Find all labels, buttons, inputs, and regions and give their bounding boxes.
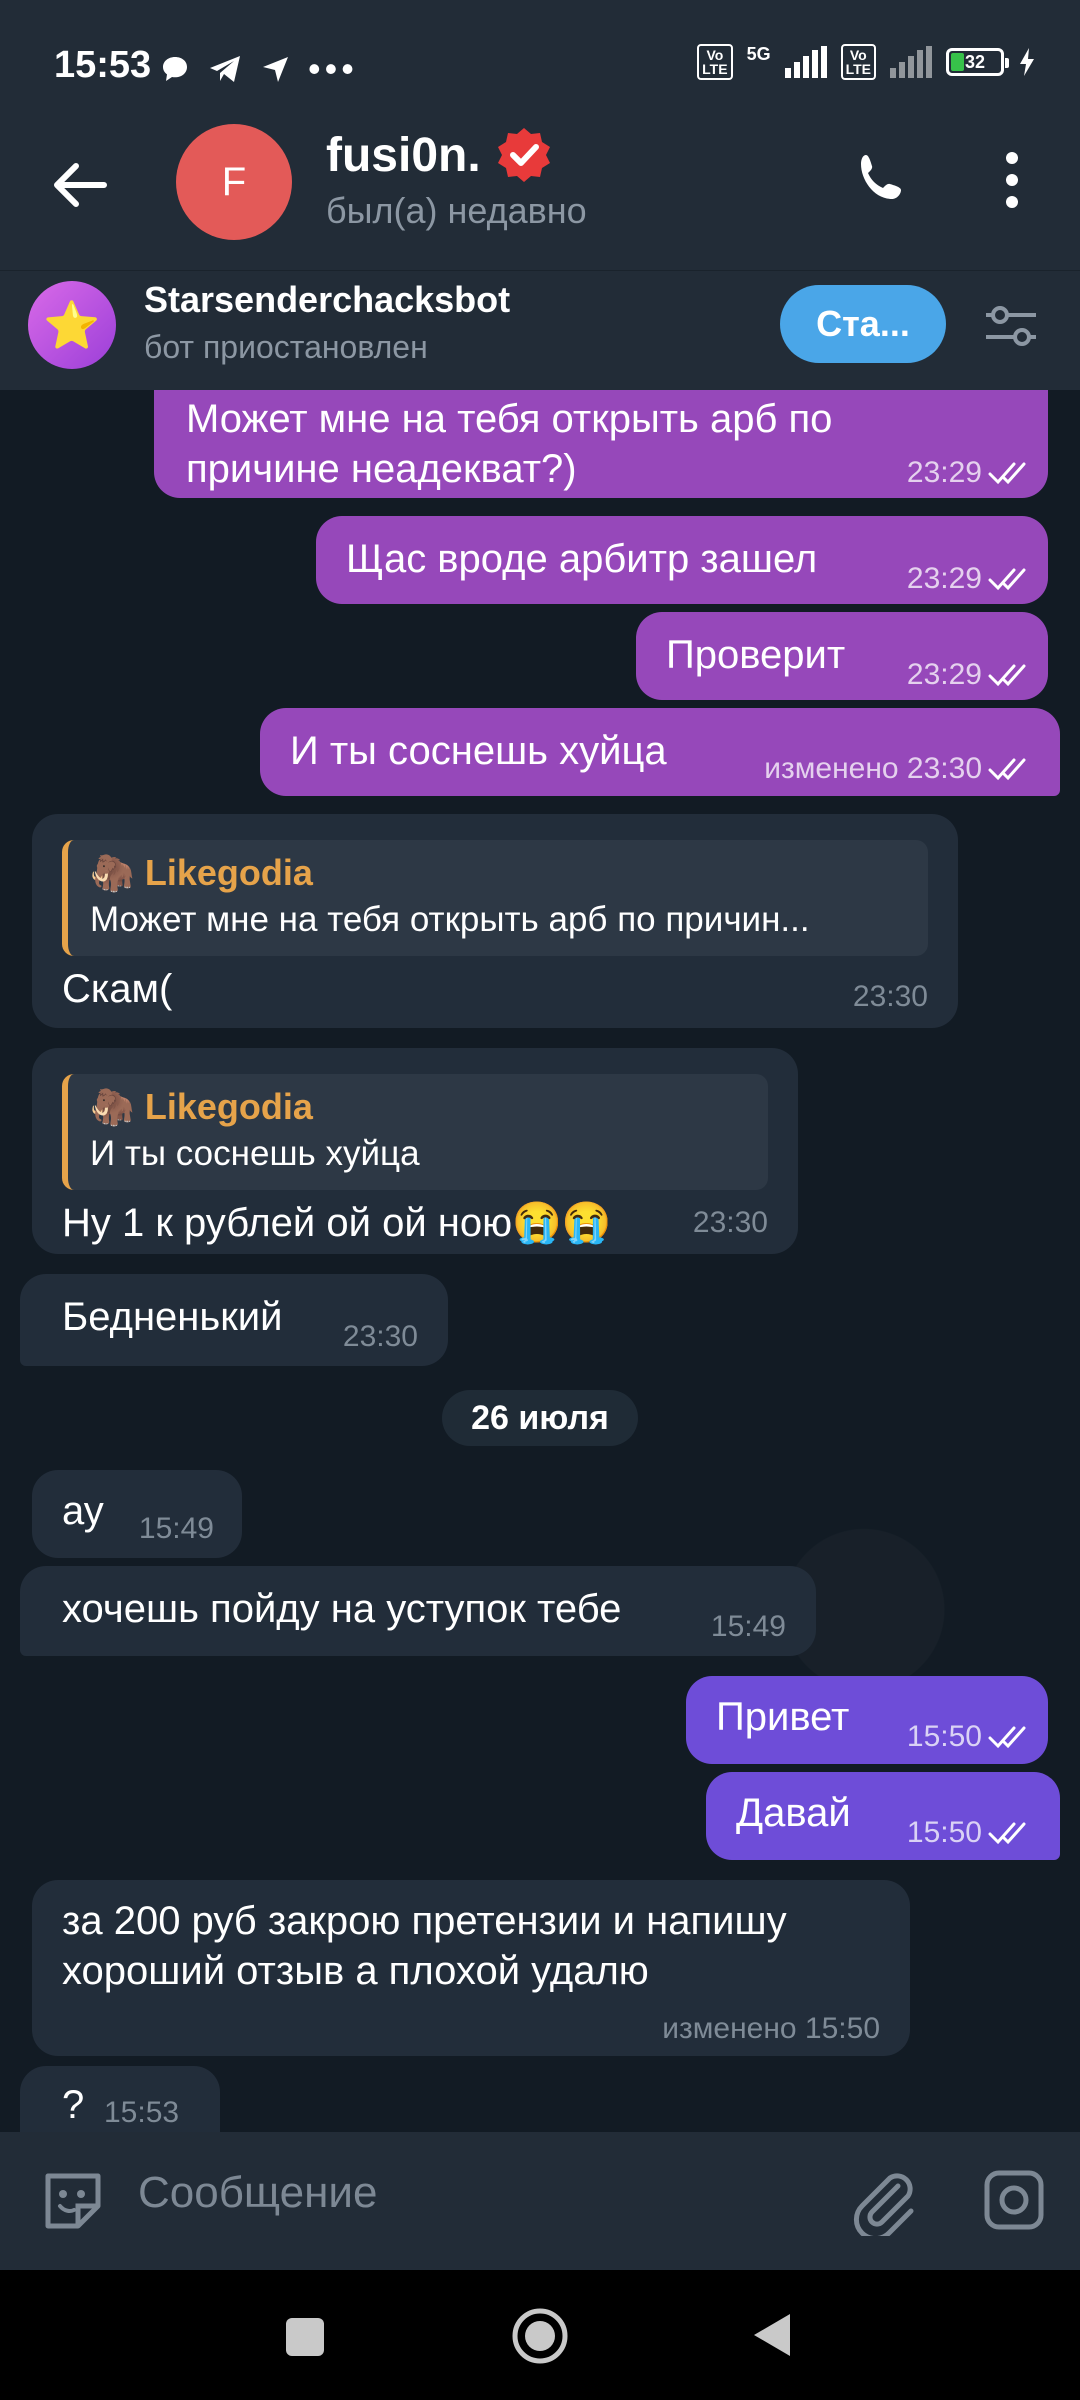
attach-paperclip-icon[interactable] — [850, 2166, 916, 2236]
signal-icon — [784, 46, 827, 78]
message-text: Бедненький — [62, 1295, 283, 1339]
message-text: Щас вроде арбитр зашел — [346, 537, 818, 581]
message-time: 15:49 — [710, 1610, 786, 1643]
message-input[interactable]: Сообщение — [138, 2168, 377, 2218]
camera-icon[interactable] — [982, 2168, 1046, 2232]
chat-bubble-icon — [163, 57, 187, 81]
message-in[interactable]: ау 15:49 — [32, 1470, 242, 1558]
message-input-bar: Сообщение — [0, 2132, 1080, 2270]
verified-badge-icon — [497, 128, 550, 182]
bot-name: Starsenderchacksbot — [144, 279, 511, 320]
message-in[interactable]: 🦣 Likegodia И ты соснешь хуйца Ну 1 к руб… — [32, 1048, 798, 1254]
system-navigation-bar — [0, 2270, 1080, 2400]
double-check-icon — [988, 1726, 1026, 1749]
reply-author: Likegodia — [144, 1086, 313, 1127]
avatar[interactable]: F — [176, 124, 292, 240]
charging-icon — [1020, 48, 1034, 76]
message-text: Ну 1 к рублей ой ой ною😭😭 — [62, 1201, 612, 1245]
contact-status: был(а) недавно — [326, 190, 587, 231]
message-text: Скам( — [62, 967, 173, 1011]
message-time: 23:30 — [692, 1206, 768, 1239]
reply-quote[interactable]: 🦣 Likegodia И ты соснешь хуйца — [62, 1074, 768, 1190]
message-time: 15:53 — [104, 2096, 180, 2129]
reply-text: И ты соснешь хуйца — [90, 1134, 420, 1173]
signal-icon-2 — [890, 46, 932, 78]
message-in[interactable]: ? 15:53 — [20, 2066, 220, 2132]
message-time: 15:49 — [138, 1512, 214, 1545]
more-vertical-icon[interactable] — [992, 148, 1032, 212]
telegram-icon — [210, 56, 240, 82]
contact-name: fusi0n. — [326, 128, 481, 182]
message-out[interactable]: И ты соснешь хуйца изменено 23:30 — [260, 708, 1060, 796]
message-out[interactable]: Давай 15:50 — [706, 1772, 1060, 1860]
bot-avatar: ⭐ — [28, 281, 116, 369]
message-time: 15:50 — [907, 1816, 1032, 1850]
message-text: за 200 руб закрою претензии и напишу хор… — [62, 1899, 787, 1993]
message-text: ау — [62, 1489, 104, 1533]
message-text: ? — [62, 2083, 85, 2127]
message-text: Привет — [716, 1695, 850, 1739]
location-arrow-icon — [263, 57, 288, 82]
date-separator: 26 июля — [442, 1390, 638, 1446]
message-in[interactable]: Бедненький 23:30 — [20, 1274, 448, 1366]
sticker-emoji-icon[interactable] — [40, 2168, 106, 2234]
more-dots-icon: ••• — [308, 48, 358, 89]
status-time: 15:53 — [54, 44, 152, 86]
volte-icon: Vo LTE — [697, 44, 733, 80]
network-5g-label: 5G — [746, 44, 771, 64]
message-time: 23:29 — [907, 456, 1032, 490]
contact-name-row[interactable]: fusi0n. — [326, 126, 553, 184]
reply-text: Может мне на тебя открыть арб по причин.… — [90, 900, 810, 939]
message-time: изменено 15:50 — [662, 2012, 880, 2045]
message-out[interactable]: Проверит 23:29 — [636, 612, 1048, 700]
message-text: Давай — [736, 1791, 851, 1835]
message-time: 23:29 — [907, 562, 1032, 596]
double-check-icon — [988, 462, 1026, 485]
message-in[interactable]: за 200 руб закрою претензии и напишу хор… — [32, 1880, 910, 2056]
volte-icon-2: Vo LTE — [840, 44, 876, 80]
message-time: 23:30 — [342, 1320, 418, 1353]
chat-area[interactable]: Может мне на тебя открыть арб по причине… — [0, 390, 1080, 2132]
message-in[interactable]: 🦣 Likegodia Может мне на тебя открыть арб… — [32, 814, 958, 1028]
double-check-icon — [988, 758, 1026, 781]
message-time: 15:50 — [907, 1720, 1032, 1754]
status-bar: 15:53 ••• Vo LTE 5G Vo LTE 32 — [0, 0, 1080, 120]
message-text: Проверит — [666, 633, 846, 677]
double-check-icon — [988, 664, 1026, 687]
double-check-icon — [988, 568, 1026, 591]
start-bot-button[interactable]: Ста... — [780, 285, 946, 363]
pinned-bot-bar[interactable]: ⭐ Starsenderchacksbot бот приостановлен … — [0, 270, 1080, 391]
home-icon[interactable] — [510, 2306, 570, 2366]
message-in[interactable]: хочешь пойду на уступок тебе 15:49 — [20, 1566, 816, 1656]
phone-icon[interactable] — [852, 150, 912, 210]
chat-header: F fusi0n. был(а) недавно — [0, 120, 1080, 270]
reply-quote[interactable]: 🦣 Likegodia Может мне на тебя открыть арб… — [62, 840, 928, 956]
sliders-icon[interactable] — [984, 301, 1038, 351]
recent-apps-icon[interactable] — [286, 2318, 324, 2356]
nav-back-icon[interactable] — [750, 2310, 794, 2360]
message-out[interactable]: Щас вроде арбитр зашел 23:29 — [316, 516, 1048, 604]
double-check-icon — [988, 1822, 1026, 1845]
reply-author: Likegodia — [144, 852, 313, 893]
message-time: 23:30 — [852, 980, 928, 1013]
message-text: хочешь пойду на уступок тебе — [62, 1587, 622, 1631]
mammoth-icon: 🦣 — [90, 1086, 135, 1127]
mammoth-icon: 🦣 — [90, 852, 135, 893]
bot-status: бот приостановлен — [144, 329, 428, 365]
battery-icon: 32 — [946, 48, 1009, 76]
message-text: И ты соснешь хуйца — [290, 729, 667, 773]
back-arrow-icon[interactable] — [44, 150, 114, 220]
message-text: Может мне на тебя открыть арб по причине… — [186, 397, 833, 491]
message-out[interactable]: Привет 15:50 — [686, 1676, 1048, 1764]
message-out[interactable]: Может мне на тебя открыть арб по причине… — [154, 390, 1048, 498]
message-time: изменено 23:30 — [764, 752, 1032, 786]
message-time: 23:29 — [907, 658, 1032, 692]
